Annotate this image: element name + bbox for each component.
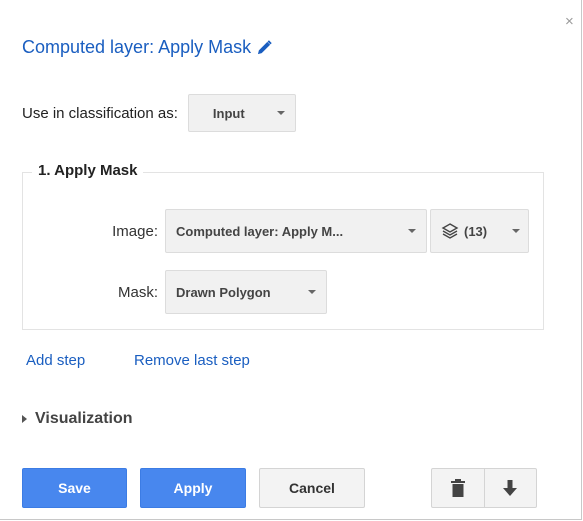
chevron-down-icon bbox=[276, 111, 285, 115]
step-legend: 1. Apply Mask bbox=[32, 162, 144, 179]
computed-layer-dialog: × Computed layer: Apply Mask Use in clas… bbox=[0, 0, 582, 520]
image-selected-value: Computed layer: Apply M... bbox=[176, 223, 344, 239]
image-label: Image: bbox=[112, 222, 158, 240]
mask-select[interactable]: Drawn Polygon bbox=[165, 270, 327, 314]
chevron-down-icon bbox=[512, 229, 520, 233]
download-button[interactable] bbox=[483, 469, 537, 507]
remove-last-step-link[interactable]: Remove last step bbox=[134, 352, 250, 369]
trash-icon bbox=[450, 479, 465, 497]
icon-button-group bbox=[431, 468, 537, 508]
arrow-down-icon bbox=[503, 479, 518, 496]
add-step-link[interactable]: Add step bbox=[26, 352, 85, 369]
mask-row: Mask: Drawn Polygon bbox=[22, 270, 327, 314]
image-row: Image: Computed layer: Apply M... (13) bbox=[22, 209, 529, 253]
chevron-down-icon bbox=[408, 229, 416, 233]
classification-select[interactable]: Input bbox=[187, 94, 296, 132]
layers-icon bbox=[441, 223, 459, 239]
pencil-icon[interactable] bbox=[257, 40, 272, 55]
layers-count: (13) bbox=[464, 223, 488, 239]
expand-triangle-icon bbox=[22, 415, 27, 423]
image-select[interactable]: Computed layer: Apply M... bbox=[165, 209, 427, 253]
classification-row: Use in classification as: Input bbox=[22, 94, 296, 132]
mask-selected-value: Drawn Polygon bbox=[176, 284, 271, 300]
classification-selected-value: Input bbox=[212, 105, 245, 121]
close-icon[interactable]: × bbox=[565, 14, 574, 29]
classification-label: Use in classification as: bbox=[22, 104, 178, 122]
apply-button[interactable]: Apply bbox=[140, 468, 246, 508]
layers-select[interactable]: (13) bbox=[430, 209, 529, 253]
dialog-title[interactable]: Computed layer: Apply Mask bbox=[22, 37, 272, 58]
visualization-toggle[interactable]: Visualization bbox=[22, 410, 133, 428]
dialog-title-text: Computed layer: Apply Mask bbox=[22, 37, 252, 57]
chevron-down-icon bbox=[308, 290, 316, 294]
mask-label: Mask: bbox=[117, 283, 158, 301]
cancel-button[interactable]: Cancel bbox=[259, 468, 365, 508]
save-button[interactable]: Save bbox=[22, 468, 127, 508]
visualization-label: Visualization bbox=[35, 410, 133, 427]
delete-button[interactable] bbox=[432, 469, 484, 507]
